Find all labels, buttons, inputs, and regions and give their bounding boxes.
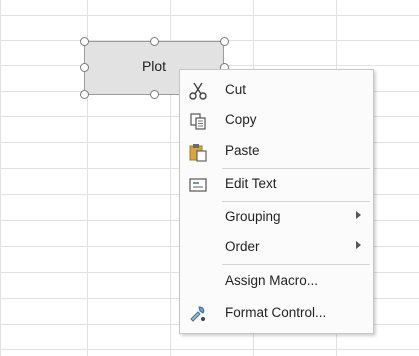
menu-item-label: Grouping (225, 209, 281, 224)
grid-row-line (0, 349, 419, 350)
context-menu: Cut Copy Paste Edit Text Grouping Order … (179, 69, 374, 334)
menu-item-label: Assign Macro... (225, 273, 319, 288)
menu-item-label: Edit Text (225, 176, 277, 191)
menu-item-label: Paste (225, 143, 260, 158)
menu-item-label: Copy (225, 112, 257, 127)
menu-item-cut[interactable]: Cut (180, 75, 373, 105)
grid-row-line (0, 15, 419, 16)
resize-handle-bottom[interactable] (150, 90, 159, 99)
menu-item-grouping[interactable]: Grouping (180, 202, 373, 232)
resize-handle-top-left[interactable] (80, 37, 89, 46)
submenu-arrow-icon (356, 211, 361, 219)
copy-icon (188, 111, 208, 131)
submenu-arrow-icon (356, 241, 361, 249)
menu-item-label: Order (225, 239, 260, 254)
menu-item-label: Cut (225, 82, 247, 97)
menu-item-paste[interactable]: Paste (180, 136, 373, 166)
edit-text-icon (188, 175, 208, 195)
format-control-icon (188, 304, 208, 324)
resize-handle-bottom-left[interactable] (80, 90, 89, 99)
menu-item-assign-macro[interactable]: Assign Macro... (180, 266, 373, 296)
menu-item-label: Format Control... (225, 305, 327, 320)
resize-handle-top-right[interactable] (220, 37, 229, 46)
resize-handle-left[interactable] (80, 63, 89, 72)
scissors-icon (188, 81, 208, 101)
paste-icon (188, 142, 208, 162)
menu-item-copy[interactable]: Copy (180, 105, 373, 135)
menu-item-edit-text[interactable]: Edit Text (180, 169, 373, 199)
grid-column-line (0, 0, 1, 356)
menu-item-format-control[interactable]: Format Control... (180, 298, 373, 328)
resize-handle-top[interactable] (150, 37, 159, 46)
menu-separator (222, 264, 370, 265)
menu-item-order[interactable]: Order (180, 232, 373, 262)
